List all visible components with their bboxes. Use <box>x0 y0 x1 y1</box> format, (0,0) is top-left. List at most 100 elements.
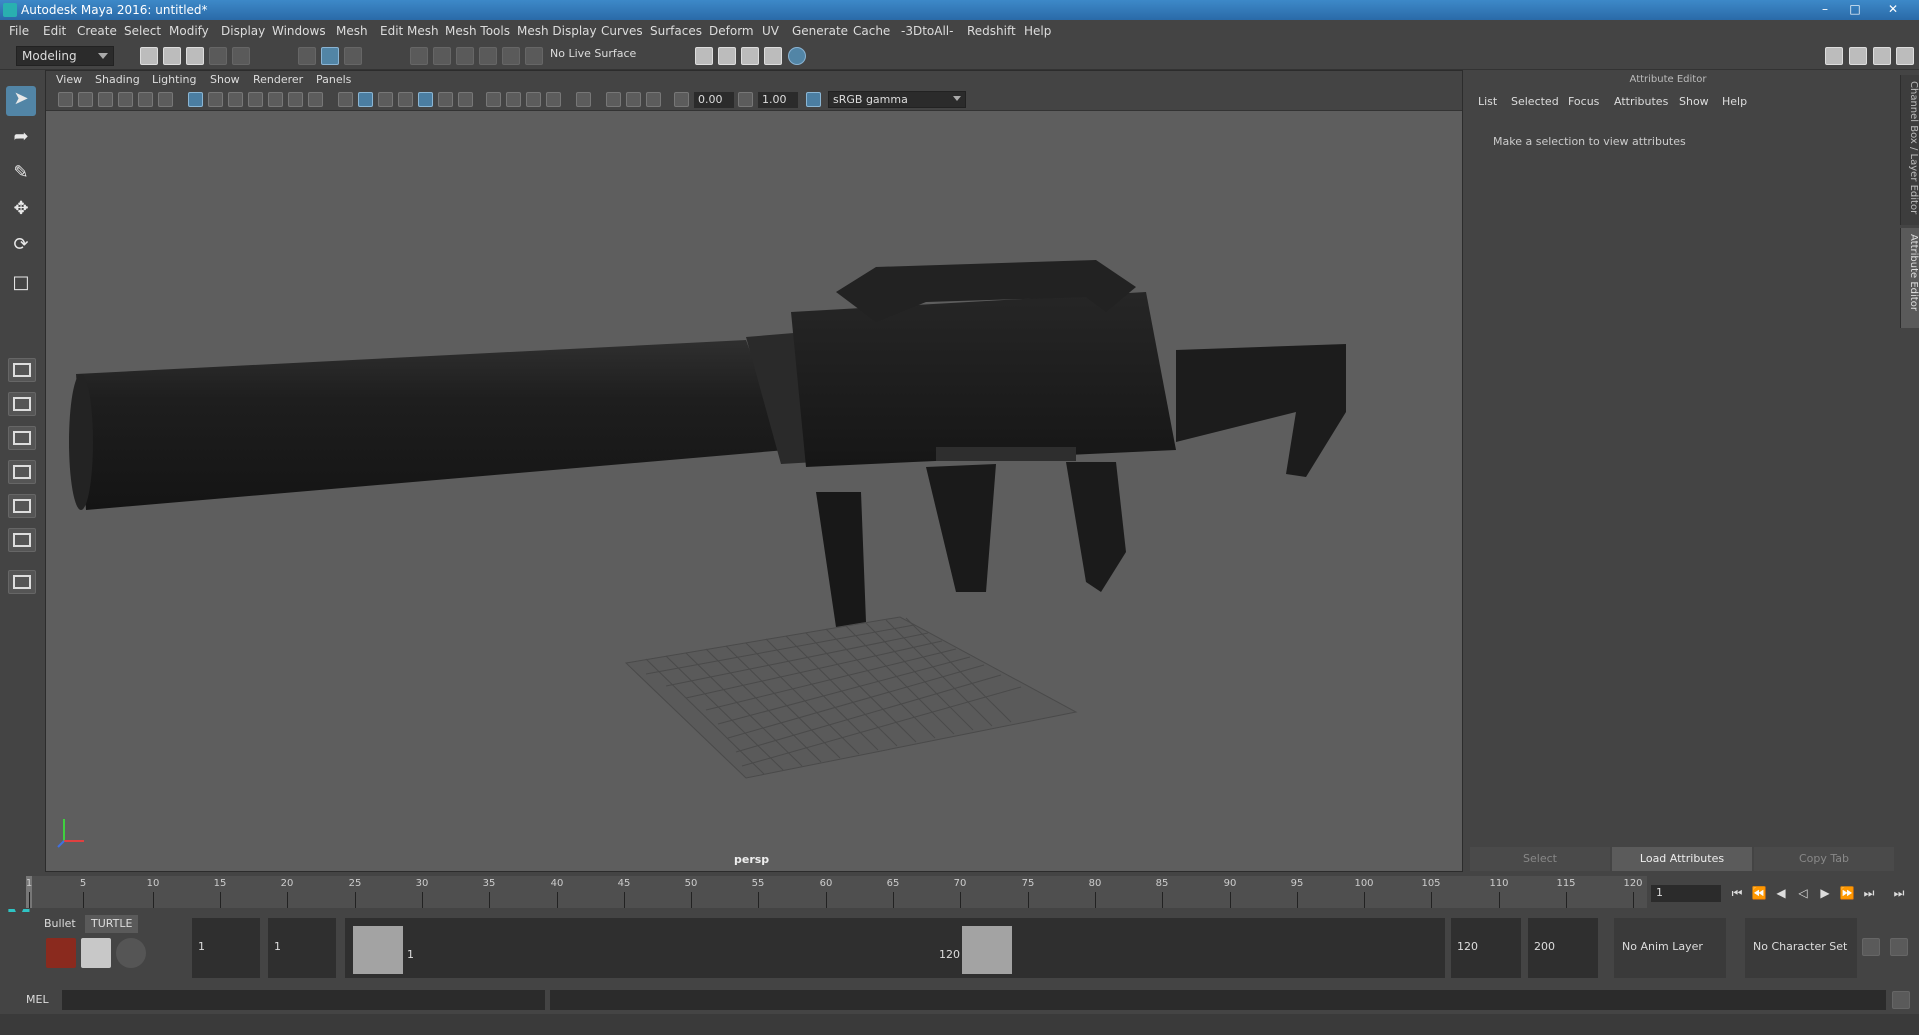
shelf-tab-bullet[interactable]: Bullet <box>38 915 82 933</box>
depth-of-field-icon[interactable] <box>546 92 561 107</box>
step-back-frame-icon[interactable]: ⏪ <box>1750 885 1768 902</box>
menu-deform[interactable]: Deform <box>709 24 754 38</box>
grid-icon[interactable] <box>188 92 203 107</box>
snap-curve-icon[interactable] <box>433 47 451 65</box>
auto-key-icon[interactable] <box>1862 938 1880 956</box>
select-tool[interactable]: ➤ <box>6 86 36 116</box>
channel-box-icon[interactable] <box>1896 47 1914 65</box>
menu-file[interactable]: File <box>9 24 29 38</box>
range-start-handle[interactable] <box>353 926 403 974</box>
attr-menu-show[interactable]: Show <box>1679 95 1709 108</box>
save-scene-icon[interactable] <box>186 47 204 65</box>
mel-language-toggle[interactable]: MEL <box>26 993 49 1006</box>
attribute-editor-side-tab[interactable]: Attribute Editor <box>1900 228 1919 328</box>
hypershade-icon[interactable] <box>788 47 806 65</box>
animation-preferences-icon[interactable] <box>1890 938 1908 956</box>
safe-action-icon[interactable] <box>288 92 303 107</box>
menu-redshift[interactable]: Redshift <box>967 24 1016 38</box>
shelf-tab-turtle[interactable]: TURTLE <box>85 915 139 933</box>
menu-mesh-tools[interactable]: Mesh Tools <box>445 24 510 38</box>
undo-icon[interactable] <box>209 47 227 65</box>
attr-menu-list[interactable]: List <box>1478 95 1497 108</box>
perspective-viewport[interactable]: View Shading Lighting Show Renderer Pane… <box>45 70 1463 872</box>
sphere-icon[interactable] <box>116 938 146 968</box>
single-perspective-layout-button[interactable] <box>8 358 36 382</box>
menu-3dtoall[interactable]: -3DtoAll- <box>901 24 953 38</box>
minimize-icon[interactable]: – <box>1812 0 1838 18</box>
menu-windows[interactable]: Windows <box>272 24 326 38</box>
anim-layer-dropdown[interactable]: No Anim Layer <box>1614 918 1726 978</box>
move-tool[interactable]: ✥ <box>6 196 36 226</box>
viewport-menu-show[interactable]: Show <box>210 73 240 86</box>
menu-generate[interactable]: Generate <box>792 24 848 38</box>
snap-view-plane-icon[interactable] <box>479 47 497 65</box>
menu-mesh[interactable]: Mesh <box>336 24 368 38</box>
exposure-field[interactable]: 0.00 <box>694 92 734 108</box>
redo-icon[interactable] <box>232 47 250 65</box>
multisample-aa-icon[interactable] <box>526 92 541 107</box>
menu-curves[interactable]: Curves <box>601 24 643 38</box>
menu-mesh-display[interactable]: Mesh Display <box>517 24 597 38</box>
screen-space-ao-icon[interactable] <box>486 92 501 107</box>
scale-tool[interactable]: □ <box>6 270 36 300</box>
close-icon[interactable]: ✕ <box>1880 0 1906 18</box>
playback-range-slider[interactable]: 1 120 <box>345 918 1445 978</box>
render-settings-icon[interactable] <box>764 47 782 65</box>
mel-command-input[interactable] <box>62 990 545 1010</box>
copy-tab-button[interactable]: Copy Tab <box>1754 847 1894 871</box>
image-plane-icon[interactable] <box>118 92 133 107</box>
gamma-field[interactable]: 1.00 <box>758 92 798 108</box>
grease-pencil-icon[interactable] <box>158 92 173 107</box>
motion-blur-icon[interactable] <box>506 92 521 107</box>
viewport-menu-renderer[interactable]: Renderer <box>253 73 303 86</box>
textured-icon[interactable] <box>418 92 433 107</box>
playback-end-field[interactable]: 120 <box>1451 918 1521 978</box>
render-camera-icon[interactable] <box>81 938 111 968</box>
playback-start-field[interactable]: 1 <box>268 918 336 978</box>
time-slider[interactable]: 1 5 10 15 20 25 30 35 40 45 50 55 60 65 … <box>26 876 1647 908</box>
tool-settings-icon[interactable] <box>1873 47 1891 65</box>
resolution-gate-icon[interactable] <box>228 92 243 107</box>
attribute-editor-toggle-icon[interactable] <box>1849 47 1867 65</box>
snap-live-icon[interactable] <box>502 47 520 65</box>
maximize-icon[interactable]: □ <box>1842 0 1868 18</box>
rotate-tool[interactable]: ⟳ <box>6 232 36 262</box>
menu-edit[interactable]: Edit <box>43 24 66 38</box>
wireframe-icon[interactable] <box>338 92 353 107</box>
animation-end-field[interactable]: 200 <box>1528 918 1598 978</box>
menu-set-dropdown[interactable]: Modeling <box>16 46 114 66</box>
attr-menu-selected[interactable]: Selected <box>1511 95 1559 108</box>
persp-graph-layout-button[interactable] <box>8 460 36 484</box>
snap-point-icon[interactable] <box>456 47 474 65</box>
step-forward-key-icon[interactable]: ⏩ <box>1838 885 1856 902</box>
camera-icon[interactable] <box>58 92 73 107</box>
range-end-handle[interactable] <box>962 926 1012 974</box>
menu-surfaces[interactable]: Surfaces <box>650 24 702 38</box>
play-forwards-icon[interactable]: ▶ <box>1816 885 1834 902</box>
default-material-icon[interactable] <box>378 92 393 107</box>
color-management-icon[interactable] <box>806 92 821 107</box>
xray-active-icon[interactable] <box>626 92 641 107</box>
view-transform-dropdown[interactable]: sRGB gamma <box>828 91 966 108</box>
render-frame-icon[interactable] <box>718 47 736 65</box>
xray-icon[interactable] <box>606 92 621 107</box>
step-back-key-icon[interactable]: ◀ <box>1772 885 1790 902</box>
exposure-icon[interactable] <box>674 92 689 107</box>
new-scene-icon[interactable] <box>140 47 158 65</box>
four-view-layout-button[interactable] <box>8 392 36 416</box>
modeling-toolkit-icon[interactable] <box>1825 47 1843 65</box>
menu-select[interactable]: Select <box>124 24 161 38</box>
bookmark-icon[interactable] <box>98 92 113 107</box>
shadows-icon[interactable] <box>458 92 473 107</box>
attr-menu-attributes[interactable]: Attributes <box>1614 95 1668 108</box>
wireframe-on-shaded-icon[interactable] <box>398 92 413 107</box>
viewport-menu-panels[interactable]: Panels <box>316 73 351 86</box>
menu-help[interactable]: Help <box>1024 24 1051 38</box>
lasso-tool[interactable]: ➦ <box>6 124 36 154</box>
attr-menu-help[interactable]: Help <box>1722 95 1747 108</box>
use-all-lights-icon[interactable] <box>438 92 453 107</box>
snap-surface-icon[interactable] <box>525 47 543 65</box>
script-editor-icon[interactable] <box>1892 991 1910 1009</box>
isolate-select-icon[interactable] <box>576 92 591 107</box>
gamma-icon[interactable] <box>738 92 753 107</box>
